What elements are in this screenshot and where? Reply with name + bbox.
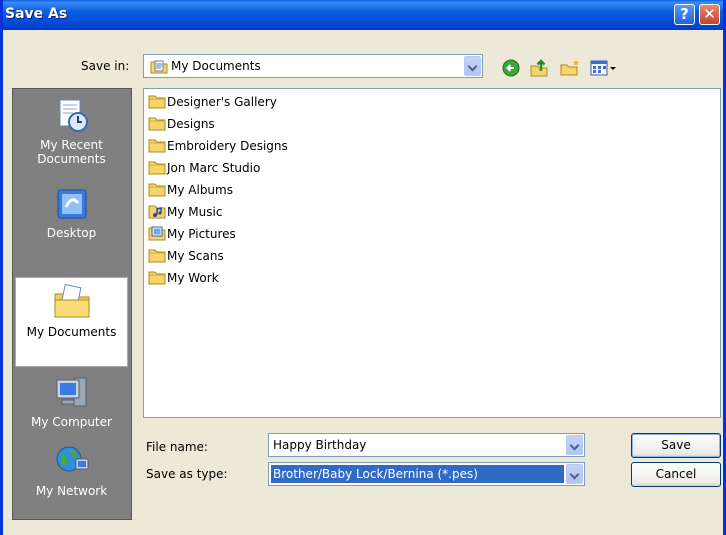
- place-my-network[interactable]: My Network: [15, 441, 128, 517]
- item-name: Jon Marc Studio: [167, 161, 261, 175]
- item-name: Designer's Gallery: [167, 95, 277, 109]
- place-label: My Recent Documents: [37, 138, 106, 166]
- folder-icon: [148, 181, 167, 200]
- item-name: My Pictures: [167, 227, 236, 241]
- save-as-type-value: Brother/Baby Lock/Bernina (*.pes): [271, 465, 564, 483]
- place-my-computer[interactable]: My Computer: [15, 374, 128, 440]
- list-item[interactable]: Embroidery Designs: [148, 136, 288, 156]
- file-name-label: File name:: [146, 440, 208, 454]
- place-label: My Network: [35, 484, 108, 498]
- file-name-field[interactable]: Happy Birthday: [268, 433, 585, 457]
- folder-icon: [148, 115, 167, 134]
- close-button[interactable]: ✕: [699, 4, 720, 25]
- list-item[interactable]: My Pictures: [148, 224, 236, 244]
- file-name-value: Happy Birthday: [273, 438, 367, 452]
- chevron-down-icon[interactable]: [566, 464, 583, 484]
- pictures-folder-icon: [148, 225, 167, 244]
- item-name: My Albums: [167, 183, 233, 197]
- up-folder-icon[interactable]: [529, 58, 549, 78]
- list-item[interactable]: My Scans: [148, 246, 224, 266]
- views-menu-icon[interactable]: [589, 58, 619, 78]
- list-item[interactable]: My Work: [148, 268, 219, 288]
- help-button[interactable]: ?: [674, 4, 695, 25]
- save-in-value: My Documents: [171, 59, 261, 73]
- place-my-recent-documents[interactable]: My Recent Documents: [15, 97, 128, 183]
- my-documents-small-icon: [150, 58, 168, 77]
- save-in-label: Save in:: [81, 59, 130, 73]
- window-title: Save As: [5, 6, 68, 22]
- place-label: Desktop: [46, 226, 97, 240]
- item-name: Embroidery Designs: [167, 139, 288, 153]
- place-desktop[interactable]: Desktop: [15, 187, 128, 253]
- item-name: My Work: [167, 271, 219, 285]
- title-bar[interactable]: Save As ? ✕: [3, 0, 723, 30]
- item-name: Designs: [167, 117, 215, 131]
- folder-icon: [148, 137, 167, 156]
- new-folder-icon[interactable]: [559, 58, 579, 78]
- folder-icon: [148, 269, 167, 288]
- item-name: My Music: [167, 205, 223, 219]
- place-my-documents[interactable]: My Documents: [15, 277, 128, 367]
- chevron-down-icon[interactable]: [566, 435, 583, 455]
- save-as-dialog: Save As ? ✕ Save in: My Documents My Rec…: [0, 0, 726, 535]
- list-item[interactable]: Designs: [148, 114, 215, 134]
- list-item[interactable]: Designer's Gallery: [148, 92, 277, 112]
- place-label: My Documents: [26, 325, 117, 339]
- my-documents-icon: [16, 282, 127, 325]
- folder-icon: [148, 159, 167, 178]
- cancel-button[interactable]: Cancel: [631, 462, 721, 487]
- file-list[interactable]: Designer's Gallery Designs Embroidery De…: [143, 88, 721, 418]
- save-button[interactable]: Save: [631, 433, 721, 458]
- list-item[interactable]: Jon Marc Studio: [148, 158, 260, 178]
- places-bar: My Recent Documents Desktop My Documents…: [12, 88, 132, 520]
- save-in-dropdown[interactable]: My Documents: [143, 54, 483, 78]
- folder-icon: [148, 93, 167, 112]
- save-as-type-label: Save as type:: [146, 467, 228, 481]
- item-name: My Scans: [167, 249, 224, 263]
- my-network-icon: [15, 441, 128, 484]
- chevron-down-icon[interactable]: [464, 56, 481, 76]
- my-computer-icon: [15, 374, 128, 415]
- back-arrow-icon[interactable]: [501, 58, 521, 78]
- desktop-icon: [15, 187, 128, 226]
- save-as-type-dropdown[interactable]: Brother/Baby Lock/Bernina (*.pes): [268, 462, 585, 486]
- place-label: My Computer: [31, 415, 112, 429]
- music-folder-icon: [148, 203, 167, 222]
- list-item[interactable]: My Albums: [148, 180, 233, 200]
- folder-icon: [148, 247, 167, 266]
- list-item[interactable]: My Music: [148, 202, 222, 222]
- recent-documents-icon: [15, 97, 128, 138]
